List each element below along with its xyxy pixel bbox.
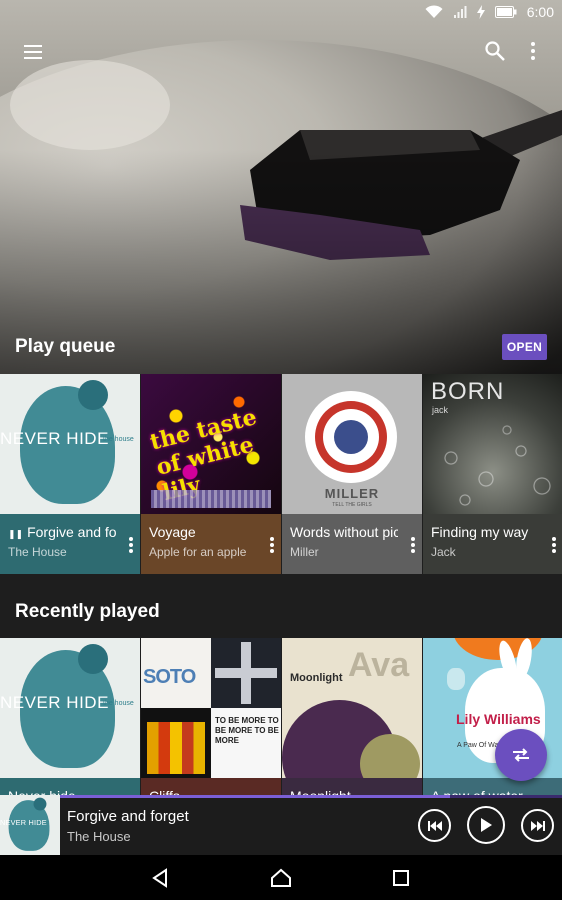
album-art-title: SOTO bbox=[143, 666, 196, 688]
previous-button[interactable] bbox=[418, 809, 451, 842]
playback-progress-fill bbox=[0, 795, 450, 798]
recent-item[interactable]: Ava Moonlight Moonlight bbox=[282, 638, 422, 798]
album-art-title: MILLER bbox=[324, 486, 380, 501]
home-icon[interactable] bbox=[269, 866, 293, 890]
queue-item-footer: Finding my way Jack bbox=[423, 514, 562, 574]
album-art-title: BORN bbox=[431, 378, 505, 405]
album-art-subtitle: the house bbox=[103, 436, 134, 443]
album-art: BORN jack bbox=[423, 374, 562, 514]
queue-item-footer: ❚❚Forgive and forget The House bbox=[0, 514, 140, 574]
play-icon bbox=[481, 818, 492, 832]
album-art: SOTO TO BE MORE TO BE MORE TO BE MORE bbox=[141, 638, 281, 778]
album-art-subtitle: the house bbox=[103, 700, 134, 707]
small-rabbit-shape bbox=[447, 668, 465, 690]
next-button[interactable] bbox=[521, 809, 554, 842]
playback-progress[interactable] bbox=[0, 795, 562, 798]
menu-icon[interactable] bbox=[22, 42, 46, 62]
queue-item-subtitle: Jack bbox=[431, 545, 456, 559]
queue-item-title: Voyage bbox=[149, 524, 196, 540]
collage-tile: SOTO bbox=[141, 638, 211, 708]
queue-item-title: Words without pictures bbox=[290, 524, 398, 540]
recent-item[interactable]: Lily Williams A Paw Of Water A paw of wa… bbox=[423, 638, 562, 798]
shuffle-repeat-button[interactable] bbox=[495, 729, 547, 781]
now-playing-artist: The House bbox=[67, 829, 131, 844]
queue-item-title: Finding my way bbox=[431, 524, 529, 540]
album-art-subtitle: Moonlight bbox=[290, 672, 343, 684]
search-icon[interactable] bbox=[484, 40, 506, 62]
battery-icon bbox=[494, 6, 517, 18]
album-art: NEVER HIDE the house bbox=[0, 374, 140, 514]
album-art-title: Ava bbox=[348, 646, 410, 684]
now-playing-title: Forgive and forget bbox=[67, 808, 189, 825]
overflow-icon[interactable] bbox=[410, 536, 416, 554]
overflow-icon[interactable] bbox=[128, 536, 134, 554]
recent-item[interactable]: NEVER HIDE the house Never hide bbox=[0, 638, 140, 798]
queue-item[interactable]: NEVER HIDE the house ❚❚Forgive and forge… bbox=[0, 374, 140, 574]
queue-item[interactable]: the taste of white lily Voyage Apple for… bbox=[141, 374, 281, 574]
status-bar: 6:00 bbox=[0, 0, 562, 24]
queue-item-footer: Words without pictures Miller bbox=[282, 514, 422, 574]
system-nav-bar bbox=[0, 855, 562, 900]
open-button[interactable]: OPEN bbox=[502, 334, 547, 360]
album-art: MILLER TELL THE GIRLS bbox=[282, 374, 422, 514]
recents-icon[interactable] bbox=[389, 866, 413, 890]
pause-indicator-icon: ❚❚ bbox=[8, 529, 24, 539]
queue-item-footer: Voyage Apple for an apple bbox=[141, 514, 281, 574]
collage-tile: TO BE MORE TO BE MORE TO BE MORE bbox=[211, 708, 281, 778]
album-art-subtitle: jack bbox=[432, 405, 449, 415]
recently-played-title: Recently played bbox=[15, 601, 160, 622]
now-playing-art: NEVER HIDE bbox=[0, 795, 60, 855]
queue-item-subtitle: Apple for an apple bbox=[149, 545, 247, 559]
signal-icon bbox=[453, 6, 467, 18]
album-art: Ava Moonlight bbox=[282, 638, 422, 778]
album-art-subtitle: TELL THE GIRLS bbox=[332, 502, 372, 508]
queue-item[interactable]: BORN jack Finding my way Jack bbox=[423, 374, 562, 574]
silhouette-bun bbox=[78, 644, 108, 674]
album-art-strip bbox=[151, 490, 271, 508]
overflow-icon[interactable] bbox=[551, 536, 557, 554]
status-time: 6:00 bbox=[526, 4, 554, 20]
collage-tile bbox=[141, 708, 211, 778]
collage-tile bbox=[211, 638, 281, 708]
album-art: NEVER HIDE bbox=[0, 795, 60, 855]
next-icon bbox=[530, 820, 545, 831]
recent-item[interactable]: SOTO TO BE MORE TO BE MORE TO BE MORE Cl… bbox=[141, 638, 281, 798]
queue-item-title: Forgive and forget bbox=[27, 524, 116, 540]
silhouette-bun bbox=[33, 797, 47, 811]
recently-played-list: NEVER HIDE the house Never hide SOTO TO … bbox=[0, 638, 562, 798]
now-playing-bar[interactable]: NEVER HIDE Forgive and forget The House bbox=[0, 795, 562, 855]
previous-icon bbox=[427, 820, 442, 831]
collage-bars bbox=[147, 722, 205, 774]
target-center bbox=[334, 420, 368, 454]
album-art: the taste of white lily bbox=[141, 374, 281, 514]
overflow-icon[interactable] bbox=[528, 40, 538, 62]
album-art: NEVER HIDE the house bbox=[0, 638, 140, 778]
overflow-icon[interactable] bbox=[269, 536, 275, 554]
play-button[interactable] bbox=[467, 806, 505, 844]
wifi-icon bbox=[425, 5, 443, 18]
app-bar bbox=[0, 38, 562, 68]
back-icon[interactable] bbox=[149, 866, 173, 890]
silhouette-bun bbox=[78, 380, 108, 410]
album-art-title: NEVER HIDE bbox=[0, 818, 47, 827]
play-queue-title: Play queue bbox=[15, 336, 116, 357]
shuffle-repeat-icon bbox=[513, 748, 529, 762]
album-art-title: Lily Williams bbox=[456, 711, 541, 727]
queue-item[interactable]: MILLER TELL THE GIRLS Words without pict… bbox=[282, 374, 422, 574]
album-art-subtitle: TO BE MORE TO BE MORE TO BE MORE bbox=[215, 716, 279, 745]
queue-item-subtitle: Miller bbox=[290, 545, 319, 559]
queue-item-subtitle: The House bbox=[8, 545, 67, 559]
play-queue-list: NEVER HIDE the house ❚❚Forgive and forge… bbox=[0, 374, 562, 574]
charging-icon bbox=[476, 5, 485, 19]
